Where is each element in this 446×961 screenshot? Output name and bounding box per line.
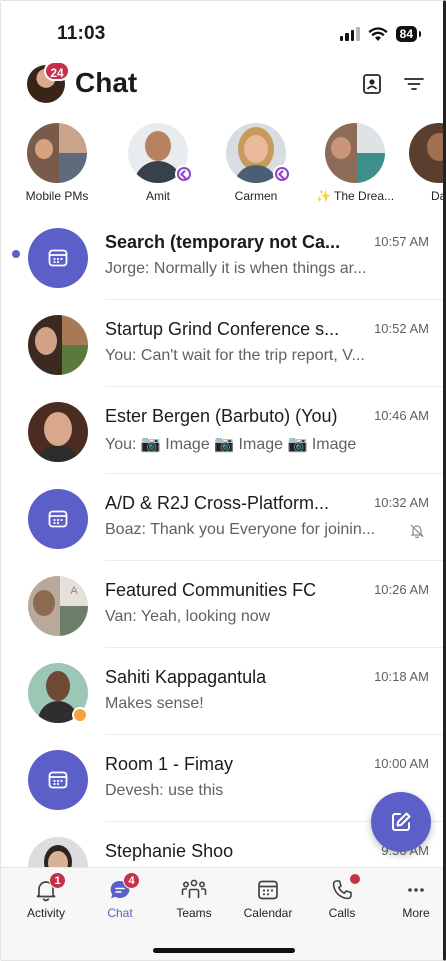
tab-label: Calls (328, 906, 356, 920)
pinned-chat-carmen[interactable]: Carmen (211, 123, 301, 203)
group-avatar (28, 315, 88, 375)
chat-time: 10:46 AM (374, 408, 429, 423)
pinned-chat-the-dream[interactable]: ✨ The Drea... (310, 123, 400, 203)
chat-time: 10:00 AM (374, 756, 429, 771)
chat-list-item[interactable]: A Featured Communities FC 10:26 AM Van: … (1, 561, 443, 648)
chat-title: Room 1 - Fimay (105, 754, 234, 774)
chat-list-item[interactable]: A/D & R2J Cross-Platform... 10:32 AM Boa… (1, 474, 443, 561)
chat-time: 10:57 AM (374, 234, 429, 249)
chat-list-item[interactable]: Ester Bergen (Barbuto) (You) 10:46 AM Yo… (1, 387, 443, 474)
chat-title: Featured Communities FC (105, 580, 317, 600)
chat-list-item[interactable]: Sahiti Kappagantula 10:18 AM Makes sense… (1, 648, 443, 735)
pinned-contacts-row: Mobile PMs Amit Carmen ✨ The Drea... Da (1, 123, 443, 205)
tab-badge: 1 (49, 872, 66, 889)
chat-preview: Boaz: Thank you Everyone for joinin... (105, 521, 376, 538)
status-time: 11:03 (57, 23, 106, 44)
contacts-icon[interactable] (361, 73, 383, 95)
pinned-chat-name: Da (431, 189, 446, 203)
meeting-avatar (28, 228, 88, 288)
status-bar: 11:03 84 (1, 21, 443, 51)
chat-header: 24 Chat (1, 61, 443, 107)
chat-time: 10:32 AM (374, 495, 429, 510)
tab-calendar[interactable]: Calendar (231, 876, 305, 920)
calendar-icon (48, 510, 68, 528)
meeting-avatar (28, 750, 88, 810)
avatar (28, 402, 88, 462)
teams-icon (181, 879, 207, 898)
battery-icon: 84 (395, 26, 422, 42)
pinned-chat-name: Amit (146, 189, 170, 203)
pinned-chat-name: Carmen (234, 189, 278, 203)
chat-time: 10:26 AM (374, 582, 429, 597)
out-of-office-status-icon (175, 165, 193, 183)
group-avatar (325, 123, 385, 183)
chat-preview: You: Can't wait for the trip report, V..… (105, 347, 365, 364)
tab-label: Activity (26, 906, 65, 920)
chat-title: Ester Bergen (Barbuto) (You) (105, 406, 338, 426)
home-indicator[interactable] (153, 948, 295, 953)
muted-bell-icon (410, 524, 424, 539)
unread-indicator (12, 250, 20, 258)
tab-more[interactable]: More (379, 876, 443, 920)
tab-label: Chat (107, 906, 133, 920)
new-chat-button[interactable] (371, 792, 431, 852)
signal-icon (339, 27, 360, 41)
filter-icon[interactable] (403, 73, 425, 95)
away-status-icon (72, 707, 88, 723)
chat-title: Sahiti Kappagantula (105, 667, 267, 687)
tab-calls[interactable]: Calls (305, 874, 379, 920)
avatar (409, 123, 443, 183)
tab-chat[interactable]: 4 Chat (83, 872, 157, 920)
pinned-chat-name: Mobile PMs (25, 189, 89, 203)
compose-icon (392, 812, 411, 831)
notification-badge: 24 (44, 61, 70, 81)
page-title: Chat (75, 67, 138, 98)
status-icons: 84 (339, 26, 422, 42)
tab-label: Teams (176, 906, 212, 920)
calendar-icon (258, 880, 278, 900)
chat-preview: You: 📷 Image 📷 Image 📷 Image (105, 436, 357, 453)
missed-call-indicator (350, 874, 360, 884)
tab-activity[interactable]: 1 Activity (9, 872, 83, 920)
chat-preview: Devesh: use this (105, 782, 224, 799)
more-icon (408, 888, 424, 892)
chat-time: 10:18 AM (374, 669, 429, 684)
avatar (28, 663, 88, 723)
chat-preview: Makes sense! (105, 695, 204, 712)
phone-screen: 11:03 84 24 Chat Mobile PMs Amit Carmen … (0, 0, 446, 961)
chat-title: Search (temporary not Ca... (105, 232, 341, 252)
chat-title: Stephanie Shoo (105, 841, 234, 861)
chat-preview: Van: Yeah, looking now (105, 608, 271, 625)
group-avatar: A (28, 576, 88, 636)
calendar-icon (48, 771, 68, 789)
tab-teams[interactable]: Teams (157, 876, 231, 920)
tab-badge: 4 (123, 872, 140, 889)
chat-title: A/D & R2J Cross-Platform... (105, 493, 330, 513)
chat-time: 10:52 AM (374, 321, 429, 336)
chat-list-item[interactable]: Startup Grind Conference s... 10:52 AM Y… (1, 300, 443, 387)
chat-list-item[interactable]: Search (temporary not Ca... 10:57 AM Jor… (1, 213, 443, 300)
chat-title: Startup Grind Conference s... (105, 319, 340, 339)
tab-label: Calendar (243, 906, 293, 920)
tab-label: More (402, 906, 430, 920)
pinned-chat-amit[interactable]: Amit (113, 123, 203, 203)
pinned-chat-da[interactable]: Da (409, 123, 446, 203)
calendar-icon (48, 249, 68, 267)
pinned-chat-name: ✨ The Drea... (315, 189, 395, 203)
bottom-tab-bar: 1 Activity 4 Chat Teams Calendar Calls M… (1, 867, 443, 960)
chat-preview: Jorge: Normally it is when things ar... (105, 260, 367, 277)
meeting-avatar (28, 489, 88, 549)
pinned-chat-mobile-pms[interactable]: Mobile PMs (12, 123, 102, 203)
group-avatar (27, 123, 87, 183)
out-of-office-status-icon (273, 165, 291, 183)
wifi-icon (368, 26, 388, 41)
